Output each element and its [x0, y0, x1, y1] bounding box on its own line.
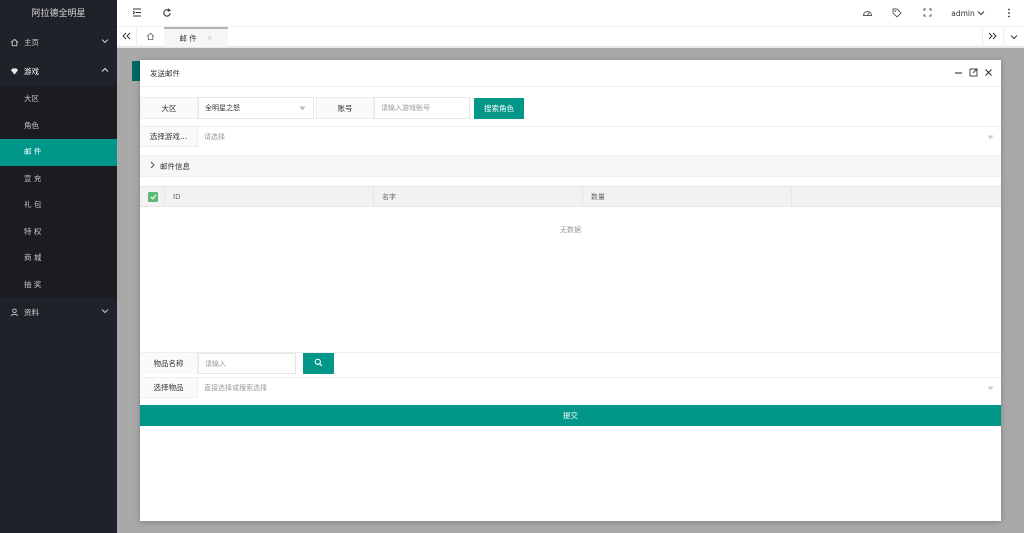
account-label: 账号 — [316, 97, 374, 119]
chevron-down-icon — [1010, 33, 1018, 42]
window-controls — [954, 68, 993, 79]
fullscreen-button[interactable] — [919, 0, 935, 27]
indent-icon — [132, 8, 142, 19]
region-select[interactable]: 全明星之怒 — [198, 97, 314, 119]
maximize-icon[interactable] — [969, 68, 978, 79]
search-icon — [314, 358, 323, 369]
tab-mail[interactable]: 邮 件 × — [164, 27, 228, 47]
background-button — [132, 61, 140, 81]
item-name-label: 物品名称 — [140, 353, 198, 374]
sidebar-item-role[interactable]: 角色 — [0, 113, 117, 140]
mail-info-collapse[interactable]: 邮件信息 — [140, 155, 1001, 177]
region-account-row: 大区 全明星之怒 账号 请输入游戏账号 搜索角色 — [140, 97, 1001, 119]
double-chevron-left-icon — [122, 32, 131, 42]
chevron-right-icon — [150, 161, 155, 171]
top-header: admin — [117, 0, 1024, 27]
user-icon — [10, 308, 19, 317]
caret-down-icon — [299, 105, 306, 113]
sidebar-item-gift[interactable]: 礼 包 — [0, 192, 117, 219]
choose-item-row: 选择物品 直接选择或搜索选择 — [140, 377, 1001, 398]
submit-button[interactable]: 提交 — [140, 405, 1001, 426]
item-name-input[interactable]: 请输入 — [198, 353, 296, 374]
double-chevron-right-icon — [988, 32, 997, 42]
tabs-menu-button[interactable] — [1003, 27, 1023, 47]
sidebar-item-recharge[interactable]: 宣 充 — [0, 166, 117, 193]
menu-toggle-button[interactable] — [129, 0, 145, 27]
mail-info-label: 邮件信息 — [160, 161, 190, 171]
choose-game-row: 选择游戏... 请选择 — [140, 126, 1001, 147]
account-input[interactable]: 请输入游戏账号 — [374, 97, 470, 119]
username: admin — [951, 9, 975, 18]
choose-game-label: 选择游戏... — [140, 127, 198, 146]
region-label: 大区 — [140, 97, 198, 119]
sidebar-item-game[interactable]: 游戏 — [0, 57, 117, 86]
item-name-row: 物品名称 请输入 — [140, 352, 1001, 374]
tab-label: 邮 件 — [179, 33, 197, 43]
close-icon[interactable] — [984, 68, 993, 79]
more-vertical-icon — [1007, 8, 1011, 20]
sidebar-item-privilege[interactable]: 特 权 — [0, 219, 117, 246]
column-id: ID — [165, 187, 374, 206]
chevron-down-icon — [101, 37, 109, 46]
choose-item-placeholder: 直接选择或搜索选择 — [204, 383, 267, 392]
items-table-header: ID 名字 数量 — [140, 186, 1001, 207]
refresh-icon — [162, 7, 172, 20]
sidebar-item-region[interactable]: 大区 — [0, 86, 117, 113]
app-logo-title: 阿拉德全明星 — [0, 0, 117, 28]
chevron-down-icon — [101, 307, 109, 316]
sidebar-item-home[interactable]: 主页 — [0, 28, 117, 57]
caret-down-icon — [987, 134, 994, 142]
sidebar-item-profile[interactable]: 资料 — [0, 298, 117, 327]
select-all-checkbox[interactable] — [140, 187, 165, 206]
page-tabs: 邮 件 × — [117, 27, 1024, 47]
tab-home[interactable] — [139, 27, 161, 47]
caret-down-icon — [987, 385, 994, 393]
more-button[interactable] — [1001, 0, 1017, 27]
send-mail-modal: 发送邮件 大区 全明星之怒 账号 请输入游戏账号 搜索角色 选择游戏... 请选… — [140, 60, 1001, 521]
choose-item-label: 选择物品 — [140, 378, 198, 397]
minimize-icon[interactable] — [954, 68, 963, 79]
account-placeholder: 请输入游戏账号 — [381, 104, 430, 112]
sidebar-item-label: 游戏 — [24, 67, 39, 76]
sidebar-item-label: 主页 — [24, 38, 39, 47]
sidebar: 阿拉德全明星 主页 游戏 大区 角色 邮 件 宣 充 礼 包 特 权 商 城 抽… — [0, 0, 117, 533]
sidebar-item-shop[interactable]: 商 城 — [0, 245, 117, 272]
column-name: 名字 — [374, 187, 583, 206]
refresh-button[interactable] — [159, 0, 175, 27]
search-role-button[interactable]: 搜索角色 — [474, 97, 524, 119]
choose-game-placeholder: 请选择 — [204, 132, 225, 141]
sidebar-item-label: 资料 — [24, 308, 39, 317]
tag-button[interactable] — [889, 0, 905, 27]
tabs-scroll-left-button[interactable] — [117, 27, 137, 47]
item-search-button[interactable] — [303, 353, 334, 374]
modal-title: 发送邮件 — [150, 68, 180, 78]
column-quantity: 数量 — [583, 187, 792, 206]
table-empty-text: 无数据 — [560, 226, 581, 234]
column-empty — [792, 187, 1001, 206]
chevron-up-icon — [101, 66, 109, 75]
choose-game-select[interactable]: 请选择 — [198, 126, 1001, 147]
fullscreen-icon — [923, 8, 932, 19]
sidebar-item-mail[interactable]: 邮 件 — [0, 139, 117, 166]
region-value: 全明星之怒 — [205, 104, 240, 112]
tag-icon — [892, 8, 902, 20]
game-submenu: 大区 角色 邮 件 宣 充 礼 包 特 权 商 城 抽 奖 — [0, 86, 117, 298]
user-menu[interactable]: admin — [949, 0, 987, 27]
choose-item-select[interactable]: 直接选择或搜索选择 — [198, 377, 1001, 398]
chevron-down-icon — [977, 9, 985, 18]
home-icon — [10, 38, 19, 47]
home-icon — [146, 32, 155, 43]
checkbox-checked-icon — [148, 191, 158, 202]
theme-button[interactable] — [859, 0, 875, 27]
dashboard-icon — [862, 8, 873, 19]
sidebar-item-lottery[interactable]: 抽 奖 — [0, 272, 117, 299]
item-name-placeholder: 请输入 — [205, 359, 226, 368]
tabs-scroll-right-button[interactable] — [982, 27, 1002, 47]
modal-title-bar: 发送邮件 — [140, 60, 1001, 87]
close-icon[interactable]: × — [207, 34, 213, 42]
diamond-icon — [10, 67, 19, 76]
